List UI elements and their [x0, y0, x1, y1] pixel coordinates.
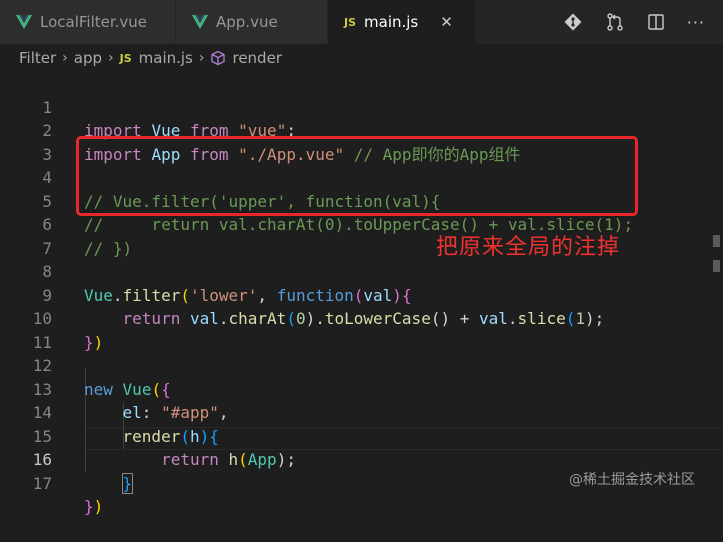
- git-compare-icon[interactable]: [563, 12, 583, 32]
- code-line-1: 1 import Vue from "vue";: [0, 72, 723, 141]
- breadcrumb-separator: ›: [108, 50, 114, 66]
- split-editor-icon[interactable]: [647, 13, 665, 31]
- tab-app-vue[interactable]: App.vue: [176, 0, 328, 44]
- breadcrumb-separator: ›: [198, 50, 205, 66]
- token: ): [93, 497, 104, 516]
- cube-icon: [210, 50, 226, 66]
- tab-label: App.vue: [216, 13, 278, 31]
- scrollbar-marker[interactable]: [713, 235, 720, 247]
- js-icon: JS: [344, 15, 357, 29]
- breadcrumb-item-app[interactable]: app: [74, 49, 102, 67]
- line-number: 17: [32, 473, 52, 493]
- token: }: [84, 497, 94, 516]
- js-icon: JS: [119, 51, 132, 65]
- code-line-17: 17 }): [0, 448, 723, 517]
- tab-bar: LocalFilter.vue App.vue JS main.js ✕ ···: [0, 0, 723, 44]
- tab-label: main.js: [364, 13, 419, 31]
- annotation-text: 把原来全局的注掉: [436, 235, 621, 260]
- annotation-box: [76, 136, 638, 216]
- editor-actions: ···: [563, 0, 723, 44]
- code-line-11: 11: [0, 307, 723, 352]
- pull-request-icon[interactable]: [605, 12, 625, 32]
- tab-label: LocalFilter.vue: [40, 13, 148, 31]
- code-line-12: 12 new Vue({: [0, 331, 723, 399]
- tab-main-js[interactable]: JS main.js ✕: [328, 0, 476, 44]
- scrollbar-marker[interactable]: [713, 260, 720, 272]
- code-line-10: 10 }): [0, 284, 723, 352]
- more-icon[interactable]: ···: [687, 13, 705, 32]
- code-line-15: 15 return h(App);: [0, 401, 723, 470]
- breadcrumb-item-main-js[interactable]: main.js: [139, 49, 193, 67]
- breadcrumb-item-filter[interactable]: Filter: [19, 49, 56, 67]
- breadcrumb: Filter › app › JS main.js › render: [0, 44, 723, 72]
- breadcrumb-separator: ›: [62, 50, 68, 66]
- code-line-14: 14 render(h){: [0, 378, 723, 446]
- vue-icon: [192, 15, 208, 29]
- token: }: [121, 472, 134, 494]
- tab-localfilter-vue[interactable]: LocalFilter.vue: [0, 0, 176, 44]
- breadcrumb-item-render[interactable]: render: [232, 49, 282, 67]
- watermark: @稀土掘金技术社区: [569, 472, 695, 488]
- close-icon[interactable]: ✕: [440, 13, 453, 31]
- code-editor[interactable]: 1 import Vue from "vue"; 2 import App fr…: [0, 72, 723, 517]
- code-line-9: 9 return val.charAt(0).toLowerCase() + v…: [0, 260, 723, 329]
- vue-icon: [16, 15, 32, 29]
- code-line-16: 16 }: [0, 425, 723, 494]
- code-line-13: 13 el: "#app",: [0, 354, 723, 423]
- code-line-2: 2 import App from "./App.vue" // App即你的A…: [0, 96, 723, 164]
